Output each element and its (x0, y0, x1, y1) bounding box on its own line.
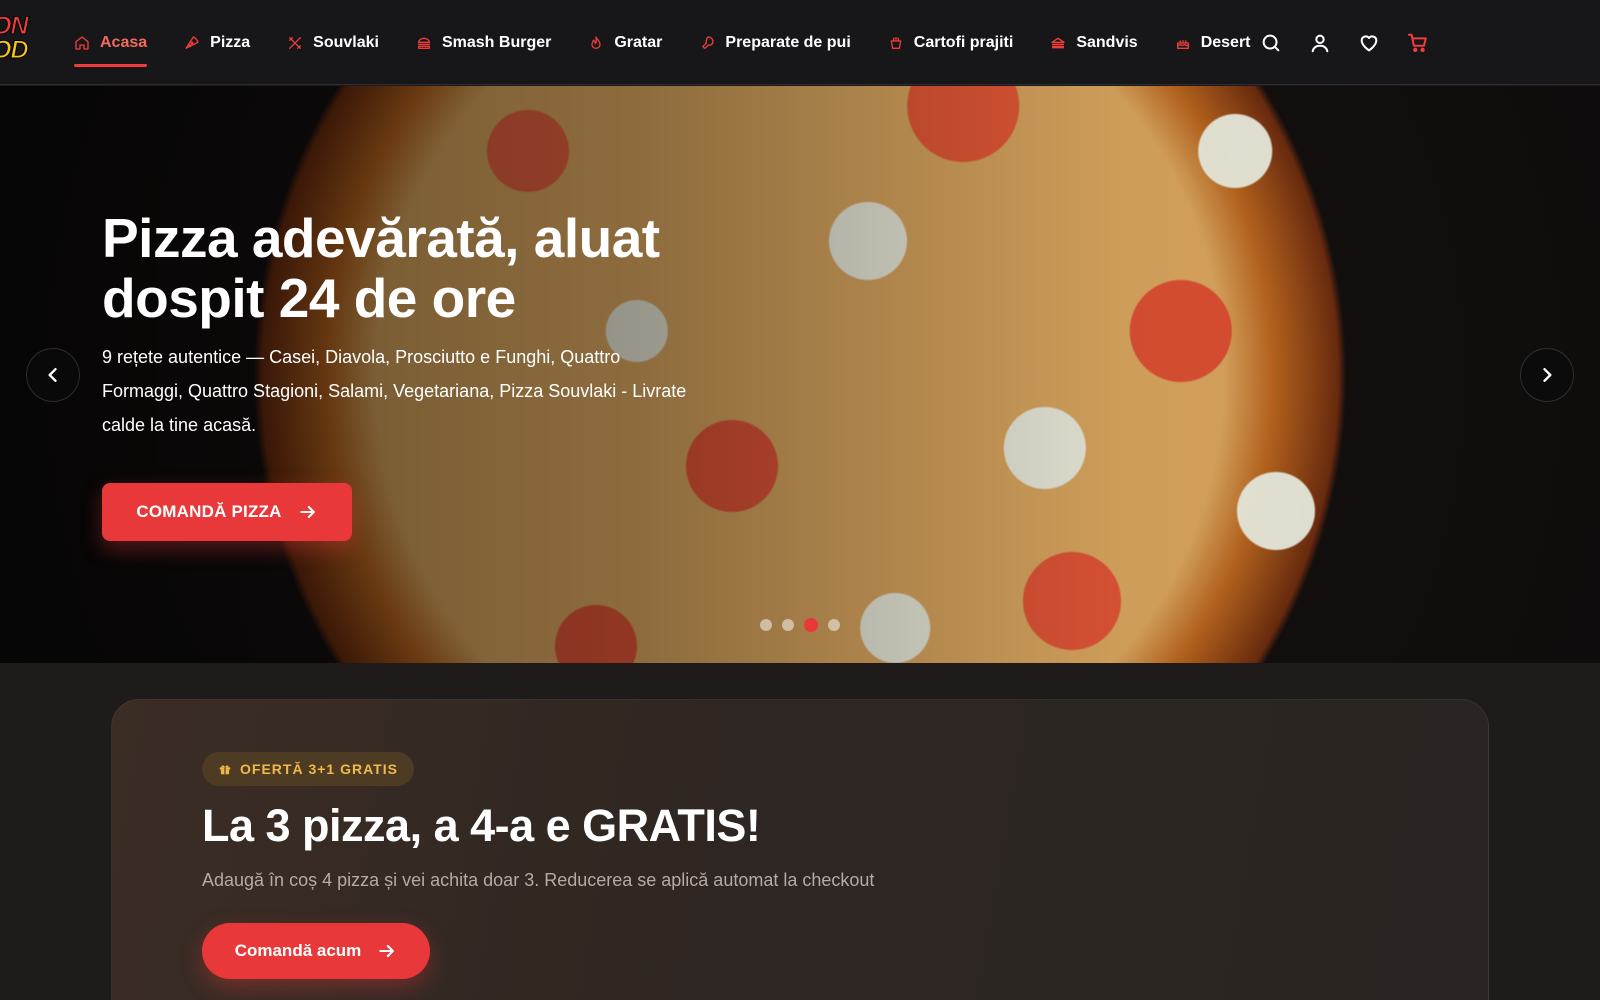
nav-menu: Acasa Pizza Souvlaki Smash Burger Gratar (74, 0, 1288, 85)
hero-title: Pizza adevărată, aluat dospit 24 de ore (102, 207, 660, 329)
fries-icon (888, 35, 904, 51)
user-icon[interactable] (1308, 31, 1332, 55)
search-icon[interactable] (1259, 31, 1283, 55)
heart-icon[interactable] (1357, 31, 1381, 55)
offer-badge: OFERTĂ 3+1 GRATIS (202, 752, 414, 786)
nav-item-acasa[interactable]: Acasa (74, 0, 148, 85)
logo-line-2: OD (0, 36, 29, 64)
nav-item-label: Sandvis (1076, 33, 1138, 51)
cart-icon[interactable] (1406, 31, 1430, 55)
offer-title: La 3 pizza, a 4-a e GRATIS! (202, 800, 761, 851)
sandwich-icon (1050, 35, 1066, 51)
gift-icon (218, 762, 232, 776)
pizza-icon (184, 35, 200, 51)
flame-icon (588, 35, 604, 51)
home-icon (74, 35, 90, 51)
arrow-right-icon (298, 502, 318, 522)
drumstick-icon (699, 35, 715, 51)
offer-badge-label: OFERTĂ 3+1 GRATIS (240, 761, 398, 777)
burger-icon (416, 35, 432, 51)
nav-item-souvlaki[interactable]: Souvlaki (287, 0, 379, 85)
nav-item-label: Gratar (614, 33, 663, 51)
nav-item-label: Preparate de pui (725, 33, 851, 51)
brand-logo[interactable]: ON OD (0, 12, 48, 66)
arrow-right-icon (377, 941, 397, 961)
order-now-label: Comandă acum (234, 941, 362, 960)
hero-description: 9 rețete autentice — Casei, Diavola, Pro… (102, 347, 687, 435)
utensils-icon (287, 35, 303, 51)
carousel-dot[interactable] (828, 619, 840, 631)
top-nav: ON OD Acasa Pizza Souvlaki Smash Burge (0, 0, 1600, 85)
carousel-dot[interactable] (782, 619, 794, 631)
order-pizza-label: COMANDĂ PIZZA (136, 502, 282, 521)
carousel-prev-button[interactable] (26, 348, 80, 402)
logo-line-1: ON (0, 12, 29, 40)
chevron-left-icon (48, 368, 57, 382)
nav-item-sandvis[interactable]: Sandvis (1050, 0, 1138, 85)
nav-item-pizza[interactable]: Pizza (184, 0, 250, 85)
nav-item-cartofi-prajiti[interactable]: Cartofi prajiti (888, 0, 1014, 85)
carousel-dot[interactable] (760, 619, 772, 631)
order-now-button[interactable]: Comandă acum (202, 923, 430, 979)
order-pizza-button[interactable]: COMANDĂ PIZZA (102, 483, 352, 541)
cake-icon (1175, 35, 1191, 51)
nav-item-label: Pizza (210, 33, 251, 51)
chevron-right-icon (1543, 368, 1552, 382)
nav-actions (1234, 0, 1430, 85)
nav-item-gratar[interactable]: Gratar (588, 0, 662, 85)
hero-carousel: Pizza adevărată, aluat dospit 24 de ore … (0, 86, 1600, 663)
nav-item-label: Souvlaki (313, 33, 379, 51)
nav-item-label: Cartofi prajiti (913, 33, 1014, 51)
nav-item-label: Smash Burger (441, 33, 552, 51)
nav-item-smash-burger[interactable]: Smash Burger (416, 0, 551, 85)
nav-item-label: Acasa (100, 33, 148, 51)
carousel-next-button[interactable] (1520, 348, 1574, 402)
carousel-dots (760, 618, 850, 632)
carousel-dot-active[interactable] (804, 618, 818, 632)
nav-item-preparate-de-pui[interactable]: Preparate de pui (699, 0, 851, 85)
offer-description: Adaugă în coș 4 pizza și vei achita doar… (202, 870, 875, 890)
